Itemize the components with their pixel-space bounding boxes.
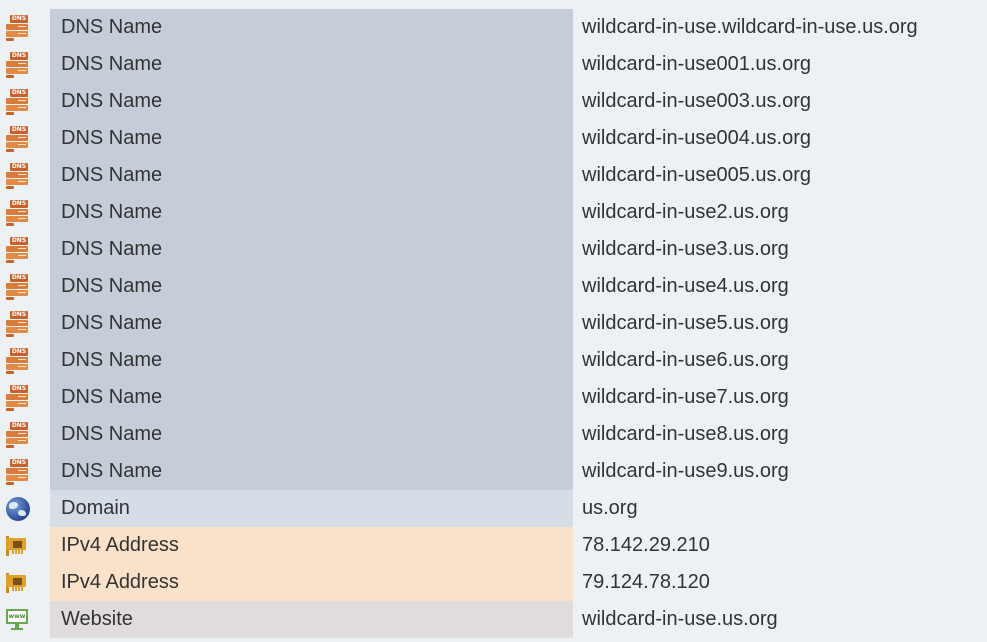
entity-value[interactable]: wildcard-in-use3.us.org [573,231,987,268]
row-icon-cell: DNS [0,342,50,379]
row-icon-cell: DNS [0,416,50,453]
dns-icon: DNS [6,125,28,152]
entity-type-label: DNS Name [50,9,573,46]
entity-value[interactable]: wildcard-in-use004.us.org [573,120,987,157]
entity-type-label: DNS Name [50,83,573,120]
list-item[interactable]: IPv4 Address 79.124.78.120 [0,564,987,601]
top-strip [0,0,987,9]
list-item[interactable]: IPv4 Address 78.142.29.210 [0,527,987,564]
dns-icon: DNS [6,458,28,485]
entity-value[interactable]: wildcard-in-use005.us.org [573,157,987,194]
entity-value[interactable]: wildcard-in-use7.us.org [573,379,987,416]
entity-type-label: IPv4 Address [50,527,573,564]
list-item[interactable]: DNS DNS Name wildcard-in-use6.us.org [0,342,987,379]
entity-type-label: Domain [50,490,573,527]
dns-icon: DNS [6,273,28,300]
row-icon-cell: DNS [0,120,50,157]
entity-value[interactable]: wildcard-in-use.wildcard-in-use.us.org [573,9,987,46]
list-item[interactable]: DNS DNS Name wildcard-in-use3.us.org [0,231,987,268]
list-item[interactable]: DNS DNS Name wildcard-in-use005.us.org [0,157,987,194]
entity-type-label: DNS Name [50,305,573,342]
dns-icon: DNS [6,310,28,337]
entity-type-label: DNS Name [50,157,573,194]
www-icon: www [6,608,30,631]
entity-value[interactable]: wildcard-in-use8.us.org [573,416,987,453]
entity-value[interactable]: us.org [573,490,987,527]
row-icon-cell [0,490,50,527]
list-item[interactable]: DNS DNS Name wildcard-in-use4.us.org [0,268,987,305]
row-icon-cell: DNS [0,157,50,194]
dns-icon: DNS [6,384,28,411]
entity-value[interactable]: wildcard-in-use.us.org [573,601,987,638]
entity-value[interactable]: wildcard-in-use003.us.org [573,83,987,120]
entity-value[interactable]: 78.142.29.210 [573,527,987,564]
entity-value[interactable]: wildcard-in-use001.us.org [573,46,987,83]
row-icon-cell: DNS [0,9,50,46]
entity-type-label: DNS Name [50,231,573,268]
dns-icon: DNS [6,162,28,189]
row-icon-cell: DNS [0,268,50,305]
row-icon-cell: DNS [0,305,50,342]
list-item[interactable]: DNS DNS Name wildcard-in-use001.us.org [0,46,987,83]
entity-value[interactable]: wildcard-in-use5.us.org [573,305,987,342]
row-icon-cell: DNS [0,231,50,268]
list-item[interactable]: DNS DNS Name wildcard-in-use004.us.org [0,120,987,157]
entity-type-label: Website [50,601,573,638]
entity-value[interactable]: wildcard-in-use2.us.org [573,194,987,231]
list-item[interactable]: DNS DNS Name wildcard-in-use.wildcard-in-… [0,9,987,46]
entity-type-label: DNS Name [50,379,573,416]
entity-type-label: IPv4 Address [50,564,573,601]
list-item[interactable]: www Website wildcard-in-use.us.org [0,601,987,638]
row-icon-cell: DNS [0,194,50,231]
list-item[interactable]: DNS DNS Name wildcard-in-use9.us.org [0,453,987,490]
entity-value[interactable]: wildcard-in-use9.us.org [573,453,987,490]
network-card-icon [6,535,28,556]
row-icon-cell [0,527,50,564]
dns-icon: DNS [6,88,28,115]
list-item[interactable]: DNS DNS Name wildcard-in-use003.us.org [0,83,987,120]
network-card-icon [6,572,28,593]
row-icon-cell: DNS [0,453,50,490]
entity-type-label: DNS Name [50,268,573,305]
row-icon-cell: www [0,601,50,638]
entity-type-label: DNS Name [50,46,573,83]
row-icon-cell: DNS [0,379,50,416]
row-icon-cell: DNS [0,83,50,120]
dns-icon: DNS [6,199,28,226]
dns-icon: DNS [6,236,28,263]
entity-list: DNS DNS Name wildcard-in-use.wildcard-in-… [0,9,987,638]
list-item[interactable]: DNS DNS Name wildcard-in-use2.us.org [0,194,987,231]
entity-type-label: DNS Name [50,453,573,490]
row-icon-cell: DNS [0,46,50,83]
dns-icon: DNS [6,14,28,41]
list-item[interactable]: DNS DNS Name wildcard-in-use8.us.org [0,416,987,453]
entity-value[interactable]: wildcard-in-use4.us.org [573,268,987,305]
dns-icon: DNS [6,51,28,78]
list-item[interactable]: Domain us.org [0,490,987,527]
entity-type-label: DNS Name [50,194,573,231]
globe-icon [6,496,30,521]
entity-value[interactable]: wildcard-in-use6.us.org [573,342,987,379]
entity-value[interactable]: 79.124.78.120 [573,564,987,601]
entity-type-label: DNS Name [50,342,573,379]
dns-icon: DNS [6,421,28,448]
row-icon-cell [0,564,50,601]
dns-icon: DNS [6,347,28,374]
entity-type-label: DNS Name [50,416,573,453]
entity-type-label: DNS Name [50,120,573,157]
list-item[interactable]: DNS DNS Name wildcard-in-use7.us.org [0,379,987,416]
list-item[interactable]: DNS DNS Name wildcard-in-use5.us.org [0,305,987,342]
